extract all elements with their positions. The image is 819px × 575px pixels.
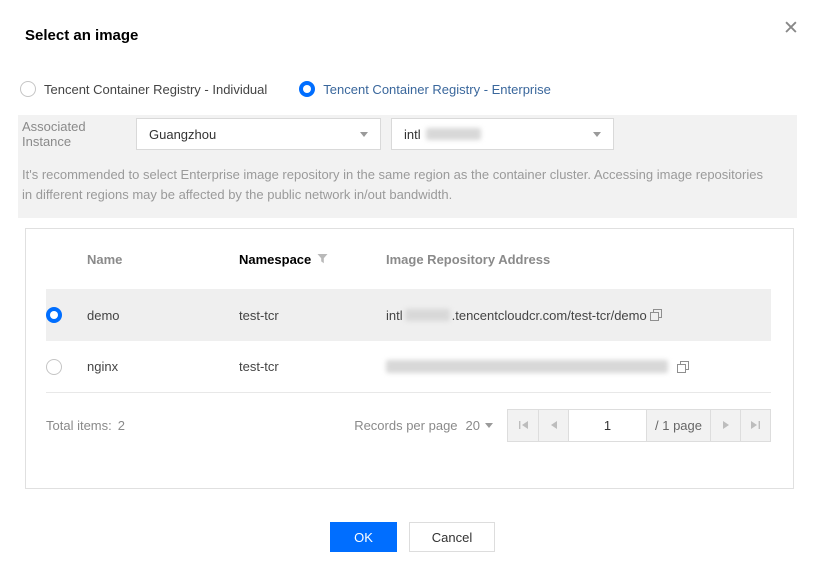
column-header-address: Image Repository Address — [386, 252, 771, 267]
chevron-down-icon — [593, 132, 601, 137]
ok-button[interactable]: OK — [330, 522, 397, 552]
radio-unselected-icon[interactable] — [46, 359, 62, 375]
next-page-button[interactable] — [710, 410, 740, 441]
region-select-value: Guangzhou — [149, 127, 360, 142]
image-table: Name Namespace Image Repository Address … — [25, 228, 794, 489]
associated-instance-label: Associated Instance — [18, 119, 136, 149]
total-items-value: 2 — [118, 418, 125, 433]
blurred-text — [426, 128, 481, 140]
records-per-page-value[interactable]: 20 — [466, 418, 480, 433]
close-icon[interactable]: ✕ — [779, 16, 803, 40]
copy-icon[interactable] — [676, 360, 690, 374]
radio-label-enterprise: Tencent Container Registry - Enterprise — [323, 82, 551, 97]
table-header: Name Namespace Image Repository Address — [46, 229, 771, 289]
radio-selected-icon[interactable] — [299, 81, 315, 97]
total-items-label: Total items: — [46, 418, 112, 433]
cell-address-suffix: .tencentcloudcr.com/test-tcr/demo — [452, 308, 647, 323]
chevron-down-icon — [360, 132, 368, 137]
region-select[interactable]: Guangzhou — [136, 118, 381, 150]
column-header-namespace: Namespace — [239, 252, 311, 267]
table-row[interactable]: nginx test-tcr — [46, 341, 771, 393]
table-row[interactable]: demo test-tcr intl .tencentcloudcr.com/t… — [46, 289, 771, 341]
first-page-icon — [518, 420, 529, 430]
cell-address-prefix: intl — [386, 308, 403, 323]
radio-selected-icon[interactable] — [46, 307, 62, 323]
table-footer: Total items: 2 Records per page 20 — [46, 399, 771, 451]
cancel-button[interactable]: Cancel — [409, 522, 495, 552]
next-page-icon — [722, 420, 730, 430]
instance-select[interactable]: intl — [391, 118, 614, 150]
column-header-name: Name — [87, 252, 239, 267]
prev-page-icon — [550, 420, 558, 430]
radio-registry-individual[interactable]: Tencent Container Registry - Individual — [20, 81, 267, 97]
first-page-button[interactable] — [508, 410, 538, 441]
page-total-label: / 1 page — [646, 410, 710, 441]
cell-name: demo — [87, 308, 239, 323]
pagination: 1 / 1 page — [507, 409, 771, 442]
prev-page-button[interactable] — [538, 410, 568, 441]
cell-name: nginx — [87, 359, 239, 374]
copy-icon[interactable] — [649, 308, 663, 322]
instance-select-value: intl — [404, 127, 421, 142]
radio-unselected-icon[interactable] — [20, 81, 36, 97]
instance-panel: Associated Instance Guangzhou intl It's … — [18, 115, 797, 218]
page-title: Select an image — [25, 27, 138, 44]
select-image-dialog: Select an image ✕ Tencent Container Regi… — [0, 0, 819, 575]
blurred-text — [405, 309, 450, 321]
radio-registry-enterprise[interactable]: Tencent Container Registry - Enterprise — [299, 81, 551, 97]
cell-namespace: test-tcr — [239, 308, 386, 323]
chevron-down-icon[interactable] — [485, 423, 493, 428]
last-page-button[interactable] — [740, 410, 770, 441]
registry-type-options: Tencent Container Registry - Individual … — [20, 81, 551, 97]
cell-namespace: test-tcr — [239, 359, 386, 374]
recommendation-notice: It's recommended to select Enterprise im… — [22, 165, 775, 205]
last-page-icon — [750, 420, 761, 430]
filter-icon[interactable] — [317, 253, 328, 264]
radio-label-individual: Tencent Container Registry - Individual — [44, 82, 267, 97]
records-per-page-label: Records per page — [354, 418, 457, 433]
page-number-input[interactable]: 1 — [568, 410, 646, 441]
blurred-text — [386, 360, 668, 373]
